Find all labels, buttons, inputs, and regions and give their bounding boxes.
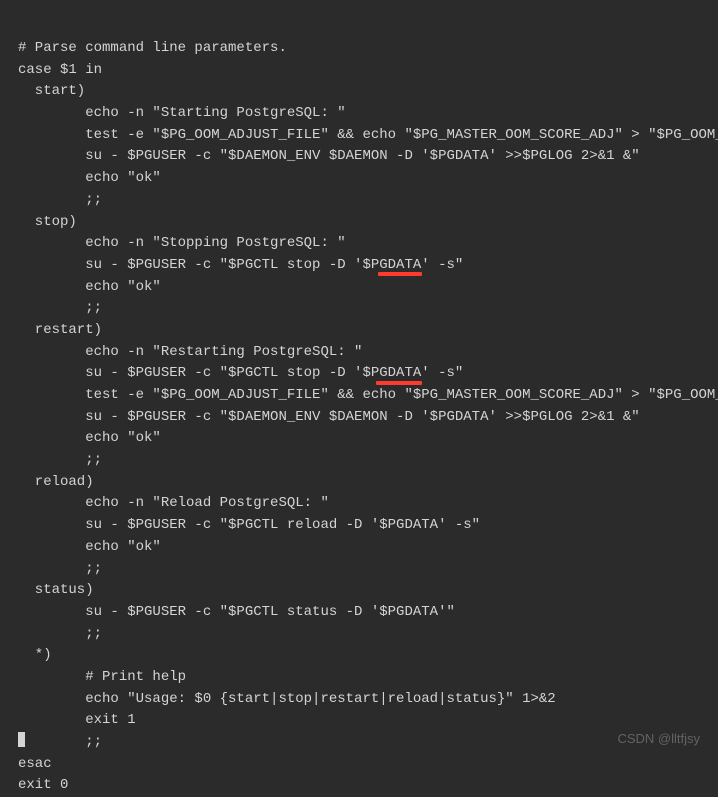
code-line[interactable]: exit 1 bbox=[18, 710, 718, 732]
annotation-underline bbox=[378, 272, 422, 276]
code-line[interactable]: test -e "$PG_OOM_ADJUST_FILE" && echo "$… bbox=[18, 385, 718, 407]
code-line[interactable]: # Print help bbox=[18, 667, 718, 689]
code-line[interactable]: echo -n "Reload PostgreSQL: " bbox=[18, 493, 718, 515]
code-line[interactable]: echo "ok" bbox=[18, 428, 718, 450]
code-line[interactable]: status) bbox=[18, 580, 718, 602]
code-line[interactable]: su - $PGUSER -c "$PGCTL reload -D '$PGDA… bbox=[18, 515, 718, 537]
code-line[interactable]: su - $PGUSER -c "$DAEMON_ENV $DAEMON -D … bbox=[18, 407, 718, 429]
code-line[interactable]: ;; bbox=[18, 732, 718, 754]
code-line[interactable]: echo -n "Restarting PostgreSQL: " bbox=[18, 342, 718, 364]
code-line[interactable]: test -e "$PG_OOM_ADJUST_FILE" && echo "$… bbox=[18, 125, 718, 147]
code-line[interactable]: exit 0 bbox=[18, 775, 718, 797]
code-line[interactable]: ;; bbox=[18, 298, 718, 320]
code-line[interactable]: case $1 in bbox=[18, 60, 718, 82]
code-line[interactable]: su - $PGUSER -c "$PGCTL stop -D '$PGDATA… bbox=[18, 363, 718, 385]
code-line[interactable]: echo "ok" bbox=[18, 537, 718, 559]
code-line[interactable]: su - $PGUSER -c "$PGCTL stop -D '$PGDATA… bbox=[18, 255, 718, 277]
code-line[interactable]: echo "Usage: $0 {start|stop|restart|relo… bbox=[18, 689, 718, 711]
watermark-text: CSDN @lltfjsy bbox=[617, 729, 700, 749]
annotation-underline bbox=[376, 381, 422, 385]
code-line[interactable]: ;; bbox=[18, 450, 718, 472]
code-line[interactable]: start) bbox=[18, 81, 718, 103]
code-line[interactable]: echo "ok" bbox=[18, 168, 718, 190]
code-line[interactable]: ;; bbox=[18, 624, 718, 646]
code-editor[interactable]: # Parse command line parameters.case $1 … bbox=[0, 0, 718, 797]
code-line[interactable]: reload) bbox=[18, 472, 718, 494]
code-line[interactable]: esac bbox=[18, 754, 718, 776]
code-line[interactable]: ;; bbox=[18, 559, 718, 581]
code-line[interactable]: *) bbox=[18, 645, 718, 667]
code-line[interactable]: echo -n "Starting PostgreSQL: " bbox=[18, 103, 718, 125]
text-cursor bbox=[18, 732, 25, 747]
code-line[interactable]: echo -n "Stopping PostgreSQL: " bbox=[18, 233, 718, 255]
code-line[interactable]: restart) bbox=[18, 320, 718, 342]
code-line[interactable]: ;; bbox=[18, 190, 718, 212]
code-line[interactable]: su - $PGUSER -c "$DAEMON_ENV $DAEMON -D … bbox=[18, 146, 718, 168]
code-line[interactable]: echo "ok" bbox=[18, 277, 718, 299]
code-line[interactable]: # Parse command line parameters. bbox=[18, 38, 718, 60]
code-line[interactable]: stop) bbox=[18, 212, 718, 234]
code-line[interactable]: su - $PGUSER -c "$PGCTL status -D '$PGDA… bbox=[18, 602, 718, 624]
